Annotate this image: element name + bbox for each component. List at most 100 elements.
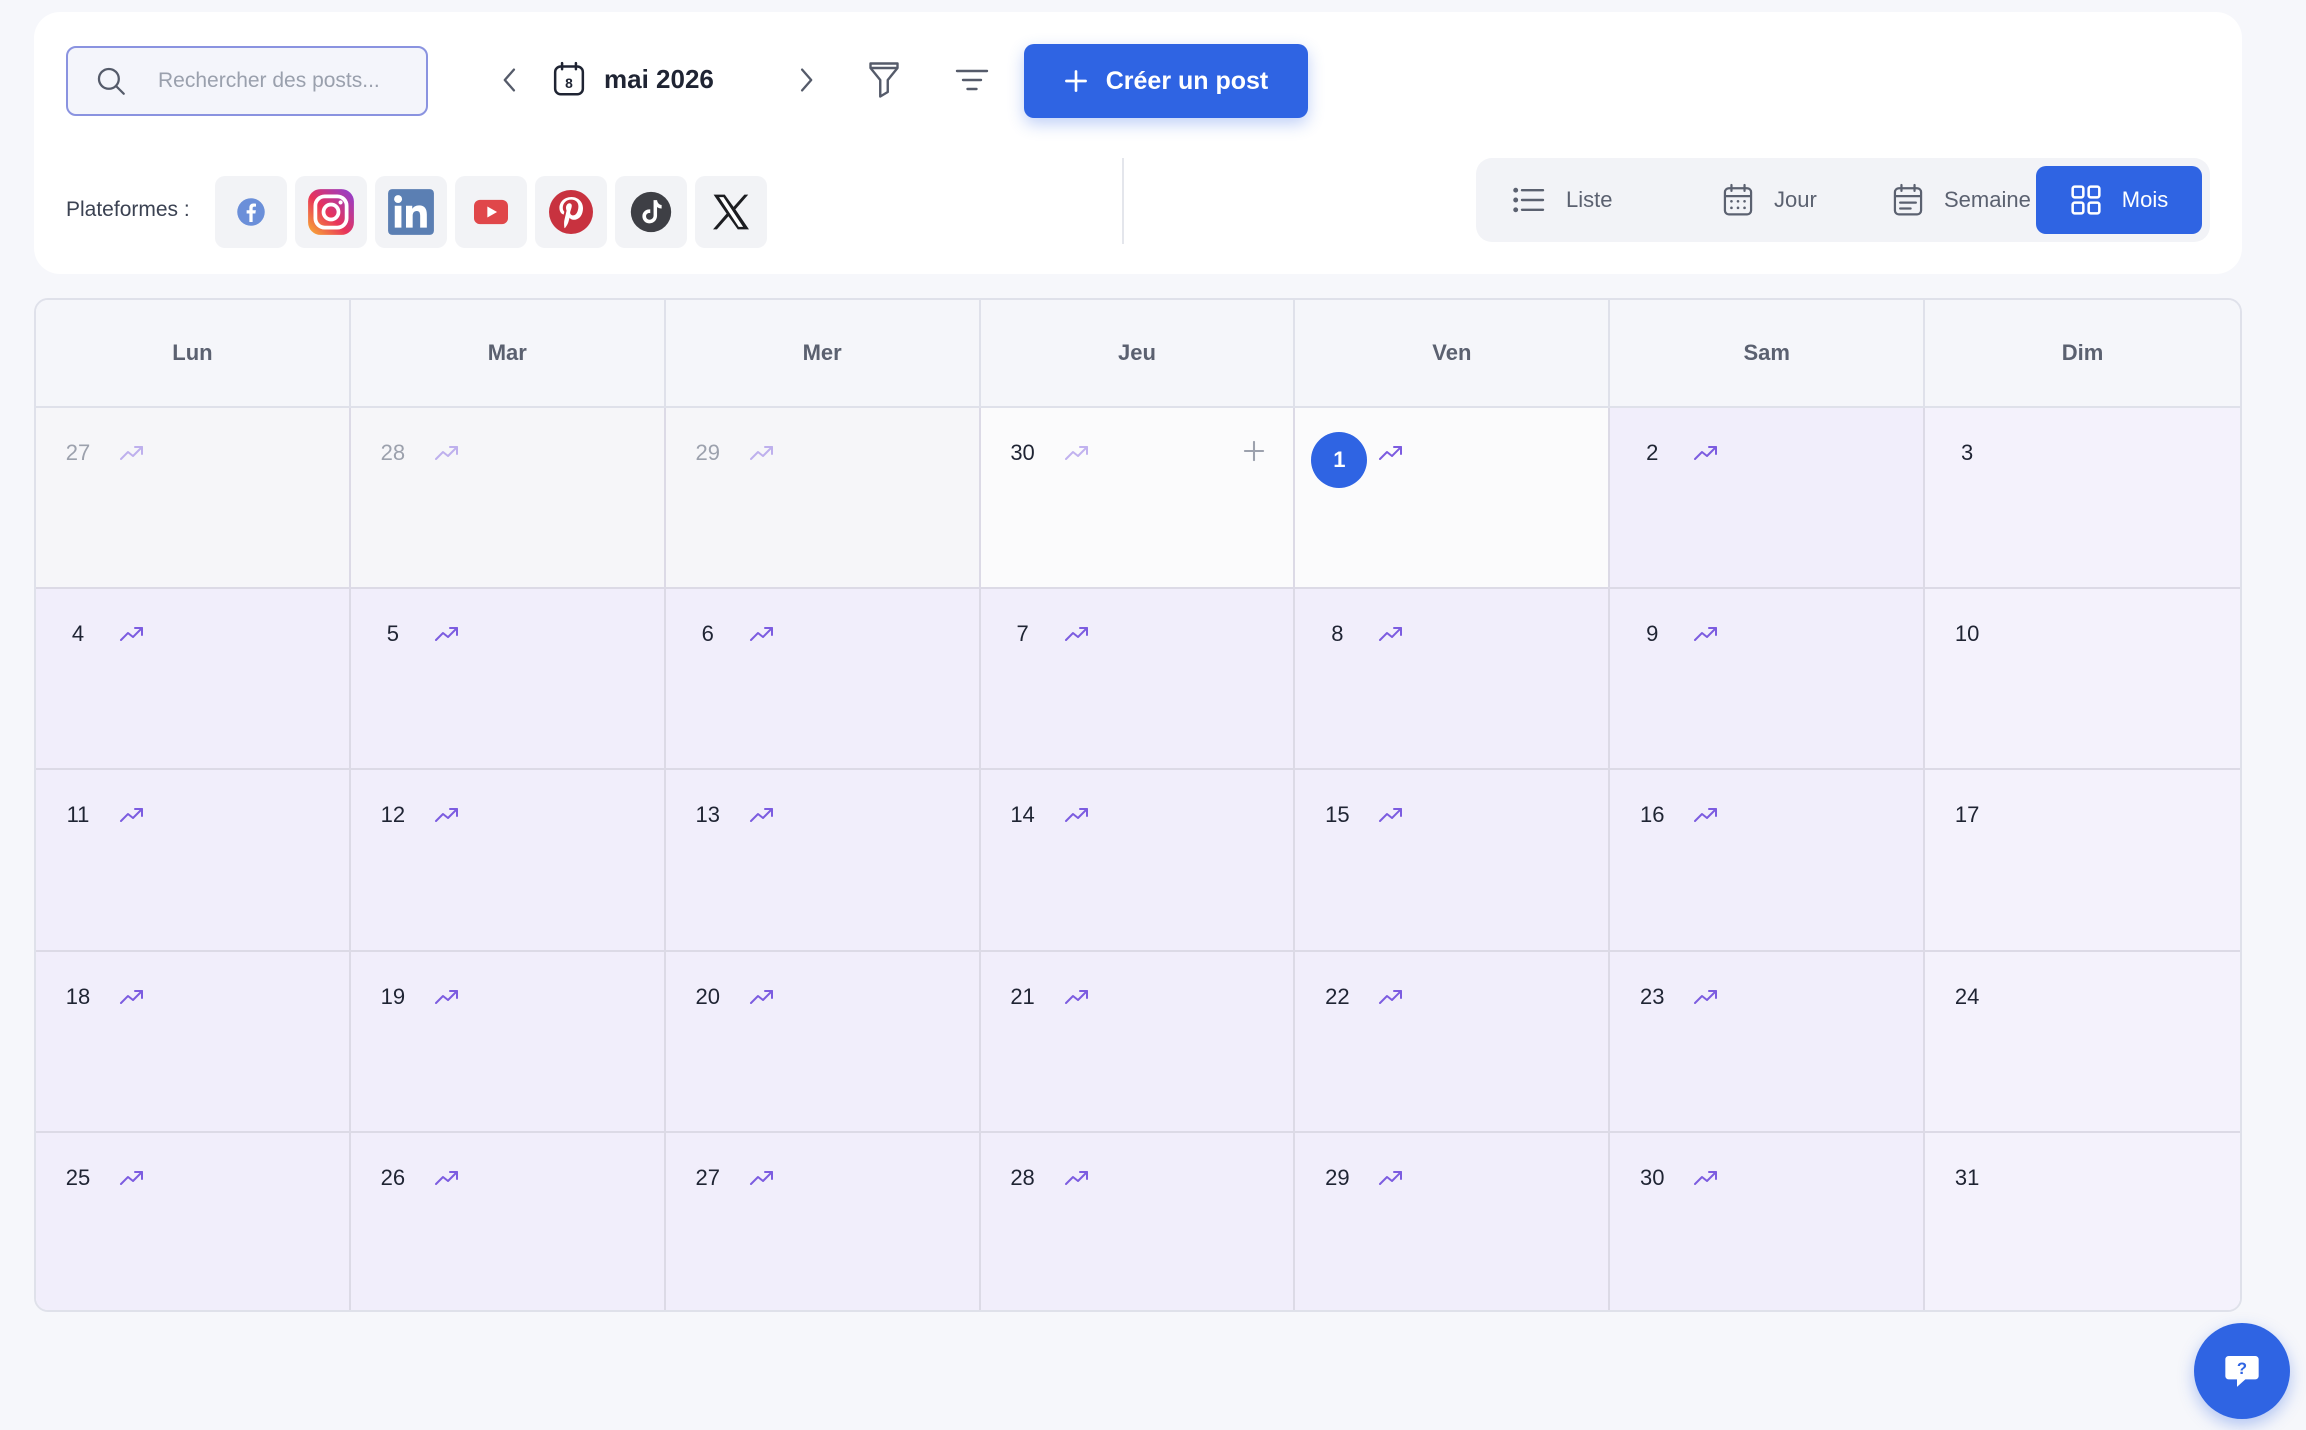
view-tab-semaine[interactable]: Semaine bbox=[1892, 166, 2052, 234]
prev-month-button[interactable] bbox=[488, 58, 532, 102]
day-number: 3 bbox=[1961, 440, 1974, 465]
calendar-icon: 8 bbox=[553, 61, 585, 96]
calendar-day-cell[interactable]: 19 bbox=[350, 951, 666, 1133]
month-label: mai 2026 bbox=[604, 63, 714, 94]
day-number: 15 bbox=[1325, 802, 1350, 828]
chevron-right-icon bbox=[800, 68, 813, 92]
weekday-label: Dim bbox=[2061, 340, 2104, 365]
view-tab-jour[interactable]: Jour bbox=[1722, 166, 1842, 234]
weekday-label: Mar bbox=[351, 300, 666, 406]
help-chat-button[interactable]: ? bbox=[2194, 1323, 2290, 1419]
calendar-day-cell[interactable]: 7 bbox=[980, 589, 1296, 771]
trending-up-icon bbox=[120, 446, 143, 460]
calendar-day-cell[interactable]: 11 bbox=[36, 770, 351, 952]
day-number: 25 bbox=[65, 1164, 91, 1190]
day-number: 16 bbox=[1640, 802, 1665, 828]
linkedin-icon bbox=[388, 189, 434, 235]
calendar-day-cell[interactable]: 4 bbox=[36, 589, 351, 771]
view-tab-mois[interactable]: Mois bbox=[2036, 166, 2202, 234]
calendar-day-cell[interactable]: 29 bbox=[665, 408, 981, 590]
trending-up-icon bbox=[434, 627, 458, 642]
search-box[interactable] bbox=[66, 46, 428, 116]
add-post-plus-icon[interactable] bbox=[1241, 438, 1267, 464]
day-number: 31 bbox=[1954, 1164, 1980, 1190]
trending-up-icon bbox=[1379, 446, 1403, 460]
platform-tiktok[interactable] bbox=[615, 176, 687, 248]
pinterest-icon bbox=[549, 190, 593, 234]
list-icon bbox=[1513, 187, 1545, 213]
calendar-day-cell[interactable]: 18 bbox=[36, 951, 351, 1133]
day-number: 8 bbox=[1331, 621, 1344, 647]
calendar-day-cell[interactable]: 8 bbox=[1295, 589, 1611, 771]
calendar-day-cell[interactable]: 9 bbox=[1610, 589, 1926, 771]
platform-facebook[interactable] bbox=[215, 176, 287, 248]
calendar-day-cell[interactable]: 26 bbox=[350, 1132, 666, 1310]
day-number: 14 bbox=[1010, 802, 1035, 828]
view-tab-liste[interactable]: Liste bbox=[1512, 166, 1642, 234]
day-number: 20 bbox=[695, 983, 720, 1009]
calendar-day-cell[interactable]: 17 bbox=[1925, 770, 2240, 952]
platform-instagram[interactable] bbox=[295, 176, 367, 248]
calendar-day-cell[interactable]: 6 bbox=[665, 589, 981, 771]
platform-x[interactable] bbox=[695, 176, 767, 248]
calendar-week-icon bbox=[1893, 183, 1923, 216]
trending-up-icon bbox=[1064, 1170, 1088, 1185]
calendar-day-cell[interactable]: 28 bbox=[980, 1132, 1296, 1310]
calendar-day-cell[interactable]: 13 bbox=[665, 770, 981, 952]
next-month-button[interactable] bbox=[784, 58, 828, 102]
trending-up-icon bbox=[1694, 1170, 1718, 1185]
view-tab-jour-label: Jour bbox=[1774, 187, 1817, 212]
calendar-day-cell[interactable]: 27 bbox=[665, 1132, 981, 1310]
chevron-left-icon bbox=[503, 68, 516, 92]
platform-youtube[interactable] bbox=[455, 176, 527, 248]
calendar-day-cell[interactable]: 22 bbox=[1295, 951, 1611, 1133]
sort-button[interactable] bbox=[948, 56, 996, 104]
view-tab-semaine-label: Semaine bbox=[1944, 187, 2031, 212]
calendar-day-cell[interactable]: 15 bbox=[1295, 770, 1611, 952]
calendar-day-cell[interactable]: 1 bbox=[1295, 408, 1611, 590]
calendar-day-cell[interactable]: 24 bbox=[1925, 951, 2240, 1133]
calendar-day-cell[interactable]: 23 bbox=[1610, 951, 1926, 1133]
calendar-day-cell[interactable]: 5 bbox=[350, 589, 666, 771]
day-number: 29 bbox=[695, 440, 720, 465]
calendar-day-cell[interactable]: 10 bbox=[1925, 589, 2240, 771]
calendar-day-cell[interactable]: 30 bbox=[1610, 1132, 1926, 1310]
day-number: 13 bbox=[695, 802, 720, 828]
calendar-day-cell[interactable]: 3 bbox=[1925, 408, 2240, 590]
trending-up-icon bbox=[749, 1170, 773, 1185]
platform-linkedin[interactable] bbox=[375, 176, 447, 248]
day-number: 19 bbox=[380, 983, 406, 1009]
calendar-day-cell[interactable]: 14 bbox=[980, 770, 1296, 952]
day-number: 2 bbox=[1646, 440, 1659, 465]
trending-up-icon bbox=[120, 989, 143, 1004]
facebook-icon bbox=[237, 198, 265, 226]
trending-up-icon bbox=[120, 808, 143, 823]
calendar-day-cell[interactable]: 31 bbox=[1925, 1132, 2240, 1310]
calendar-day-cell[interactable]: 12 bbox=[350, 770, 666, 952]
calendar-day-cell[interactable]: 28 bbox=[350, 408, 666, 590]
calendar-day-cell[interactable]: 27 bbox=[36, 408, 351, 590]
view-switcher: Liste Jour Semaine Mois bbox=[1476, 158, 2210, 242]
view-tab-liste-label: Liste bbox=[1566, 187, 1613, 212]
month-calendar: Lun Mar Mer Jeu Ven Sam Dim 27 28 29 30 1 2 3 4… bbox=[34, 298, 2242, 1312]
trending-up-icon bbox=[1379, 989, 1403, 1004]
search-icon bbox=[97, 67, 125, 95]
trending-up-icon bbox=[749, 627, 773, 642]
create-post-button[interactable]: Créer un post bbox=[1024, 44, 1308, 118]
calendar-day-cell[interactable]: 16 bbox=[1610, 770, 1926, 952]
calendar-day-cell[interactable]: 30 bbox=[980, 408, 1296, 590]
calendar-day-cell[interactable]: 21 bbox=[980, 951, 1296, 1133]
search-input[interactable] bbox=[156, 68, 406, 94]
day-number: 24 bbox=[1954, 983, 1980, 1009]
day-number: 9 bbox=[1646, 621, 1659, 647]
filter-button[interactable] bbox=[860, 56, 908, 104]
calendar-day-cell[interactable]: 20 bbox=[665, 951, 981, 1133]
platform-pinterest[interactable] bbox=[535, 176, 607, 248]
calendar-day-cell[interactable]: 29 bbox=[1295, 1132, 1611, 1310]
day-number: 12 bbox=[380, 802, 406, 828]
calendar-day-cell[interactable]: 2 bbox=[1610, 408, 1926, 590]
weekday-label: Sam bbox=[1610, 300, 1926, 406]
calendar-day-cell[interactable]: 25 bbox=[36, 1132, 351, 1310]
trending-up-icon bbox=[434, 1170, 458, 1185]
trending-up-icon bbox=[1694, 808, 1718, 823]
